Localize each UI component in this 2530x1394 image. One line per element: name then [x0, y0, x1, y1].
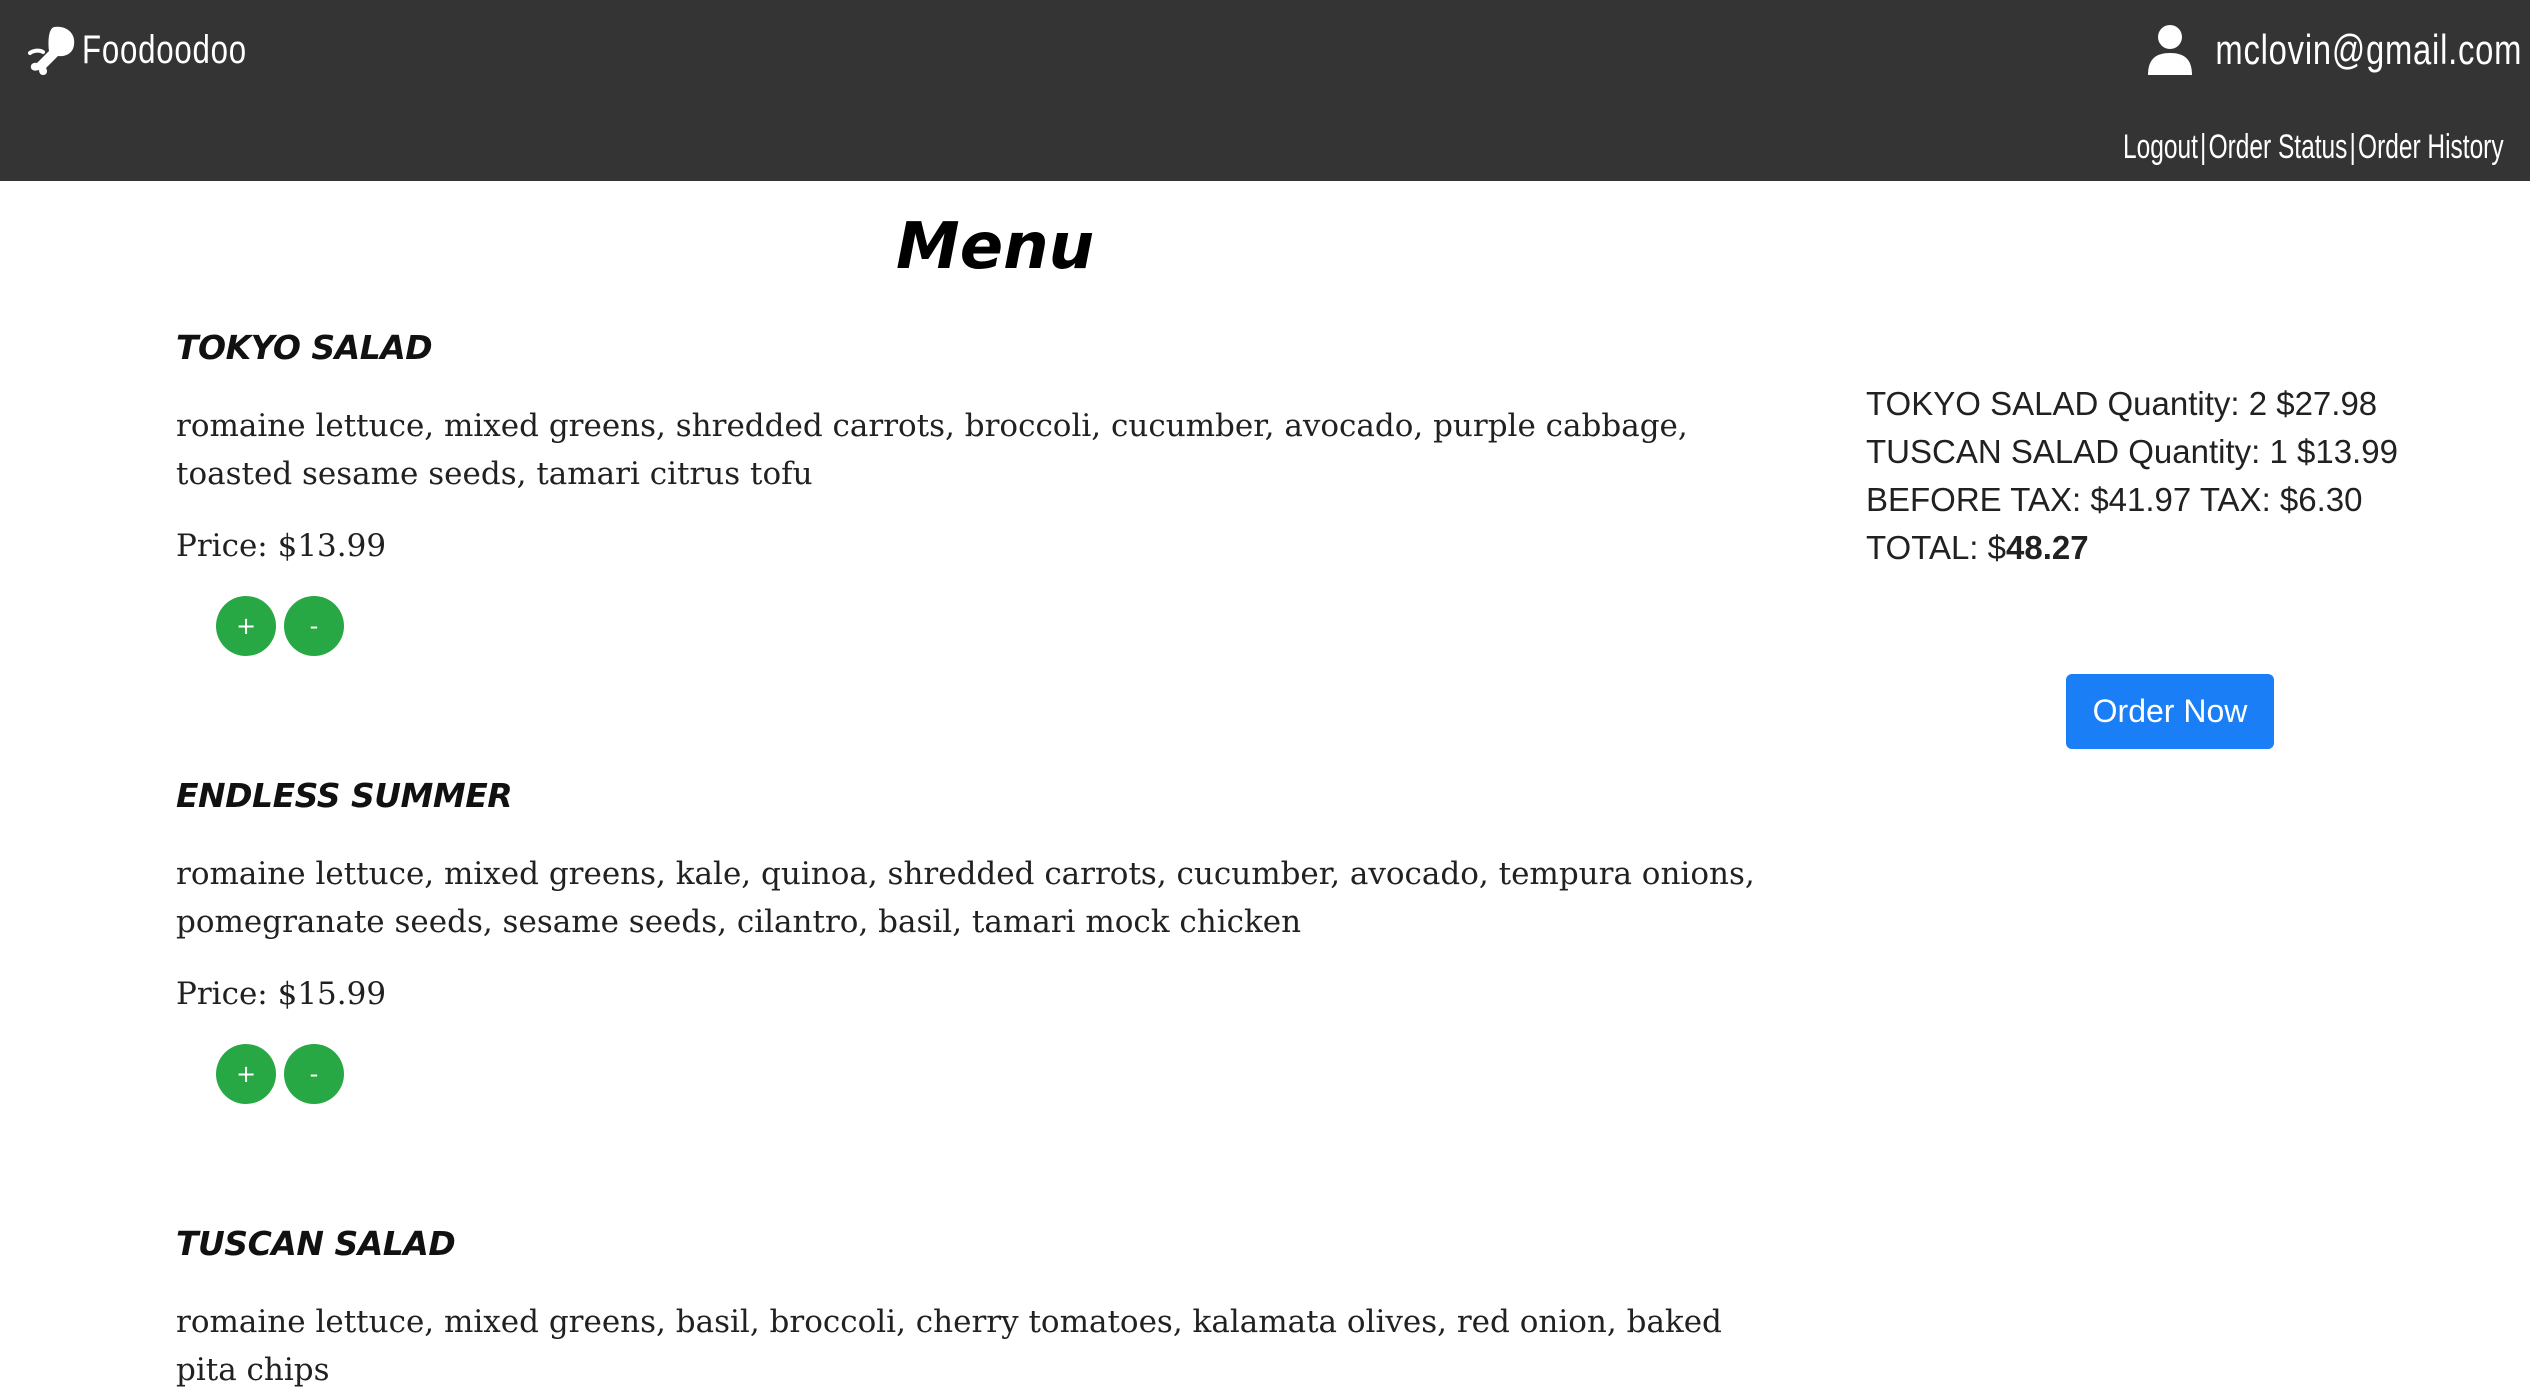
- remove-item-button[interactable]: -: [284, 1044, 344, 1104]
- remove-item-button[interactable]: -: [284, 596, 344, 656]
- menu-item-name: TUSCAN SALAD: [176, 1224, 456, 1263]
- drumstick-logo-icon: [28, 26, 75, 76]
- cart-summary: TOKYO SALAD Quantity: 2 $27.98 TUSCAN SA…: [1866, 380, 2398, 572]
- add-item-button[interactable]: +: [216, 596, 276, 656]
- menu-item-description: romaine lettuce, mixed greens, shredded …: [176, 408, 1688, 492]
- cart-line-item: TUSCAN SALAD Quantity: 1 $13.99: [1866, 433, 2398, 470]
- top-navbar: Foodoodoo mclovin@gmail.com Logout | Ord…: [0, 0, 2530, 181]
- user-nav: Logout | Order Status | Order History: [2123, 122, 2504, 172]
- cart-total-value: 48.27: [2006, 529, 2089, 566]
- order-status-link[interactable]: Order Status: [2209, 128, 2348, 167]
- page-title: Menu: [896, 210, 1095, 284]
- menu-item-price: Price: $13.99: [176, 528, 387, 564]
- add-item-button[interactable]: +: [216, 1044, 276, 1104]
- nav-separator: |: [2200, 127, 2207, 166]
- brand[interactable]: Foodoodoo: [24, 22, 293, 78]
- menu-item-name: ENDLESS SUMMER: [176, 776, 513, 815]
- menu-item: TOKYO SALAD romaine lettuce, mixed green…: [176, 328, 1786, 656]
- logout-link[interactable]: Logout: [2123, 128, 2198, 167]
- user-email: mclovin@gmail.com: [2215, 26, 2523, 73]
- menu-item-price: Price: $15.99: [176, 976, 387, 1012]
- menu-item-description: romaine lettuce, mixed greens, basil, br…: [176, 1304, 1722, 1388]
- order-history-link[interactable]: Order History: [2358, 128, 2504, 167]
- nav-separator: |: [2349, 127, 2357, 166]
- cart-line-item: TOKYO SALAD Quantity: 2 $27.98: [1866, 385, 2378, 422]
- order-now-button[interactable]: Order Now: [2066, 674, 2274, 749]
- cart-tax-line: BEFORE TAX: $41.97 TAX: $6.30: [1866, 481, 2363, 518]
- quantity-buttons: + -: [216, 596, 352, 656]
- menu-item-description: romaine lettuce, mixed greens, kale, qui…: [176, 856, 1755, 940]
- menu-item: ENDLESS SUMMER romaine lettuce, mixed gr…: [176, 776, 1786, 1104]
- quantity-buttons: + -: [216, 1044, 352, 1104]
- user-icon: [2148, 25, 2192, 75]
- menu-item: TUSCAN SALAD romaine lettuce, mixed gree…: [176, 1224, 1786, 1388]
- menu-item-name: TOKYO SALAD: [176, 328, 433, 367]
- brand-name: Foodoodoo: [82, 27, 247, 72]
- cart-total: TOTAL: $48.27: [1866, 524, 2398, 572]
- user-account: mclovin@gmail.com: [2146, 20, 2523, 80]
- cart-total-label: TOTAL: $: [1866, 529, 2006, 566]
